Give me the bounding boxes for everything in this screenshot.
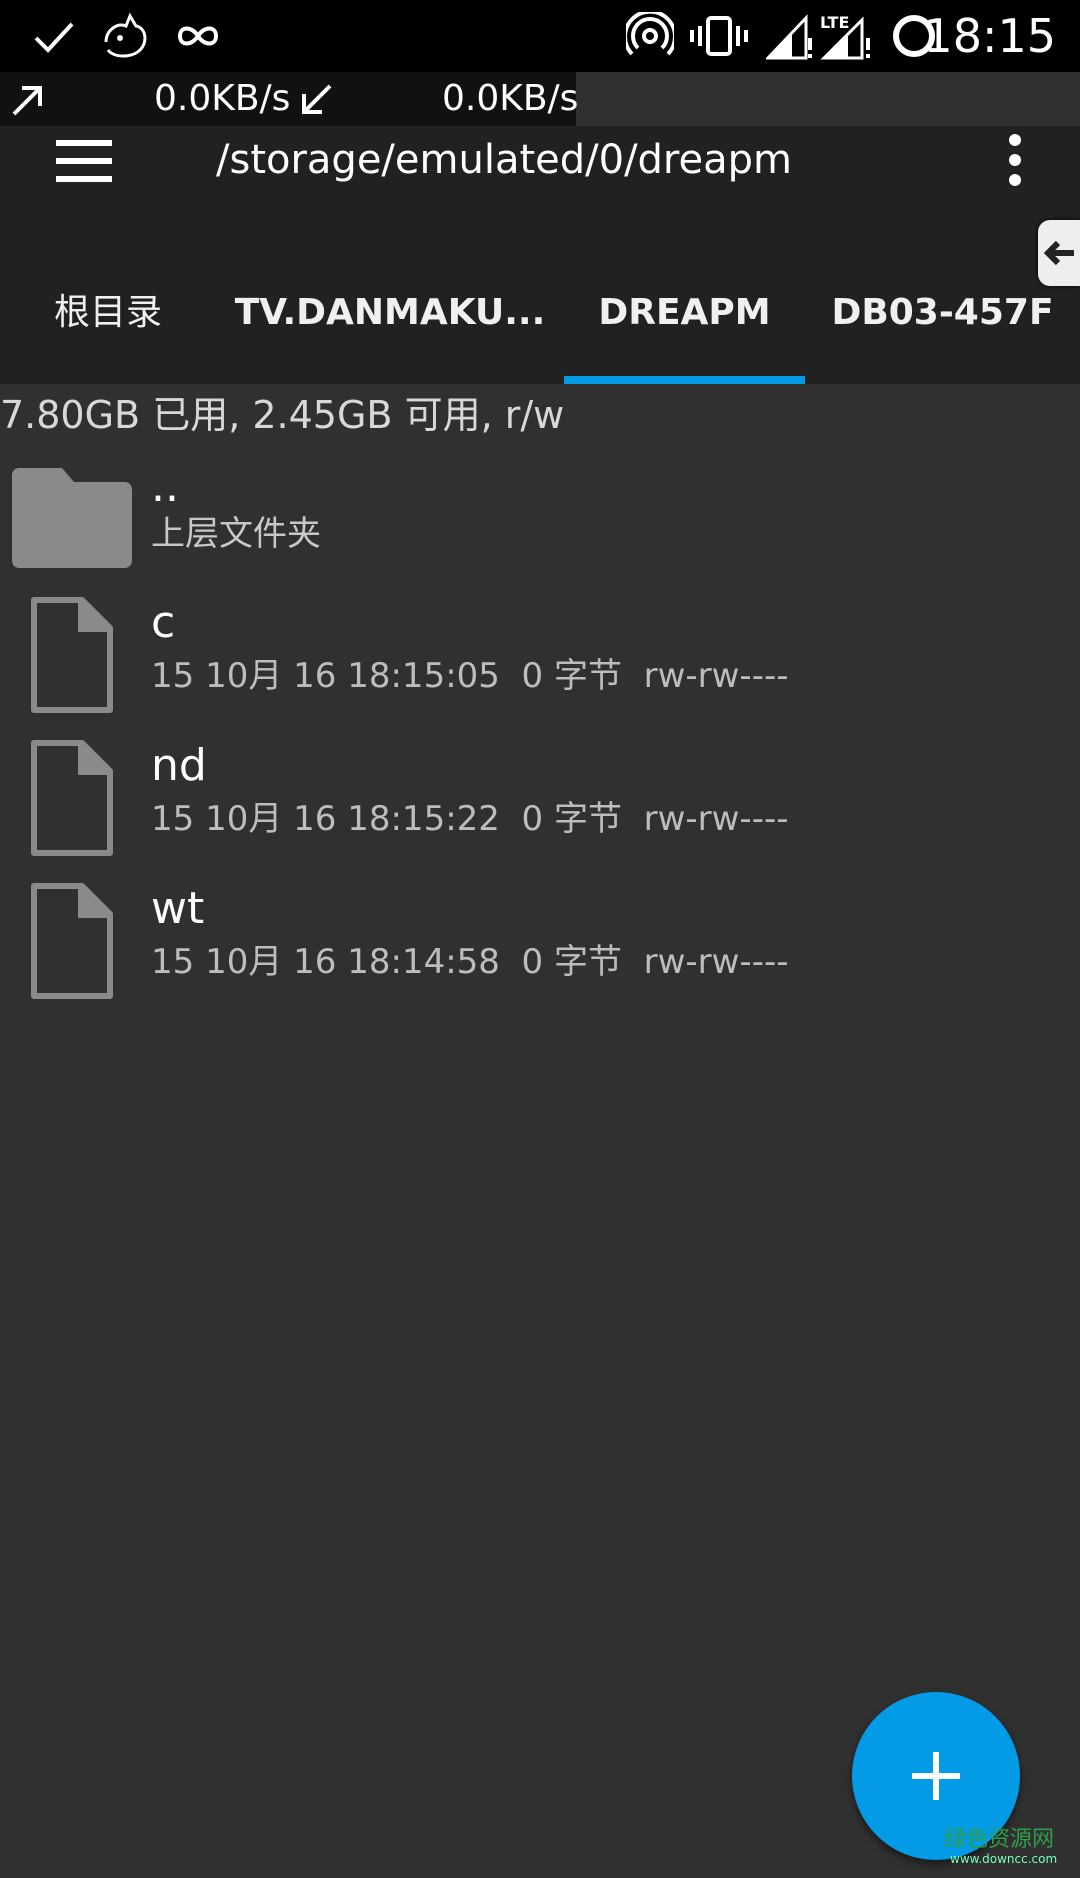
tab-tv-danmaku[interactable]: TV.DANMAKU...: [216, 250, 564, 384]
status-bar: LTE 18:15: [0, 0, 1080, 72]
parent-folder-name: ..: [151, 461, 179, 512]
watermark-url: www.downcc.com: [950, 1852, 1058, 1866]
hotspot-icon: [626, 12, 674, 56]
file-meta: 15 10月 16 18:15:22 0 字节 rw-rw----: [151, 799, 789, 839]
cat-icon: [104, 12, 147, 58]
upload-arrow-icon: [12, 86, 42, 116]
tab-root[interactable]: 根目录: [0, 250, 216, 384]
parent-folder-label: 上层文件夹: [151, 514, 321, 554]
file-meta: 15 10月 16 18:15:05 0 字节 rw-rw----: [151, 656, 789, 696]
signal-icon: [766, 14, 812, 60]
download-arrow-icon: [302, 84, 332, 114]
file-meta: 15 10月 16 18:14:58 0 字节 rw-rw----: [151, 942, 789, 982]
tab-dreapm[interactable]: DREAPM: [564, 250, 805, 384]
menu-icon[interactable]: [40, 132, 130, 192]
upload-speed: 0.0KB/s: [154, 78, 291, 119]
file-name: c: [151, 597, 176, 648]
list-item-file[interactable]: c 15 10月 16 18:15:05 0 字节 rw-rw----: [0, 594, 1080, 734]
status-clock: 18:15: [923, 9, 1056, 63]
plus-icon: [912, 1752, 960, 1800]
list-item-file[interactable]: wt 15 10月 16 18:14:58 0 字节 rw-rw----: [0, 880, 1080, 1020]
watermark: 绿色资源网: [944, 1827, 1055, 1852]
tab-selected-indicator: [564, 376, 805, 384]
tab-db03[interactable]: DB03-457F: [830, 250, 1055, 384]
storage-info: 7.80GB 已用, 2.45GB 可用, r/w: [0, 393, 565, 437]
breadcrumb-tabs: 根目录 TV.DANMAKU... DREAPM DB03-457F: [0, 250, 1080, 384]
download-speed: 0.0KB/s: [442, 78, 579, 119]
list-item-file[interactable]: nd 15 10月 16 18:15:22 0 字节 rw-rw----: [0, 737, 1080, 877]
list-item-parent-folder[interactable]: .. 上层文件夹: [0, 456, 1080, 596]
file-name: nd: [151, 740, 207, 791]
file-name: wt: [151, 883, 205, 934]
file-icon: [31, 883, 113, 999]
folder-icon: [12, 468, 132, 568]
more-options-icon[interactable]: [990, 130, 1040, 194]
vibrate-icon: [690, 16, 748, 56]
file-icon: [31, 740, 113, 856]
signal-lte-icon: LTE: [820, 13, 870, 60]
current-path: /storage/emulated/0/dreapm: [216, 137, 792, 183]
file-icon: [31, 597, 113, 713]
check-icon: [34, 22, 74, 53]
infinity-icon: [177, 26, 219, 46]
svg-text:LTE: LTE: [820, 13, 849, 32]
net-speed-bar: 0.0KB/s 0.0KB/s: [0, 72, 579, 126]
